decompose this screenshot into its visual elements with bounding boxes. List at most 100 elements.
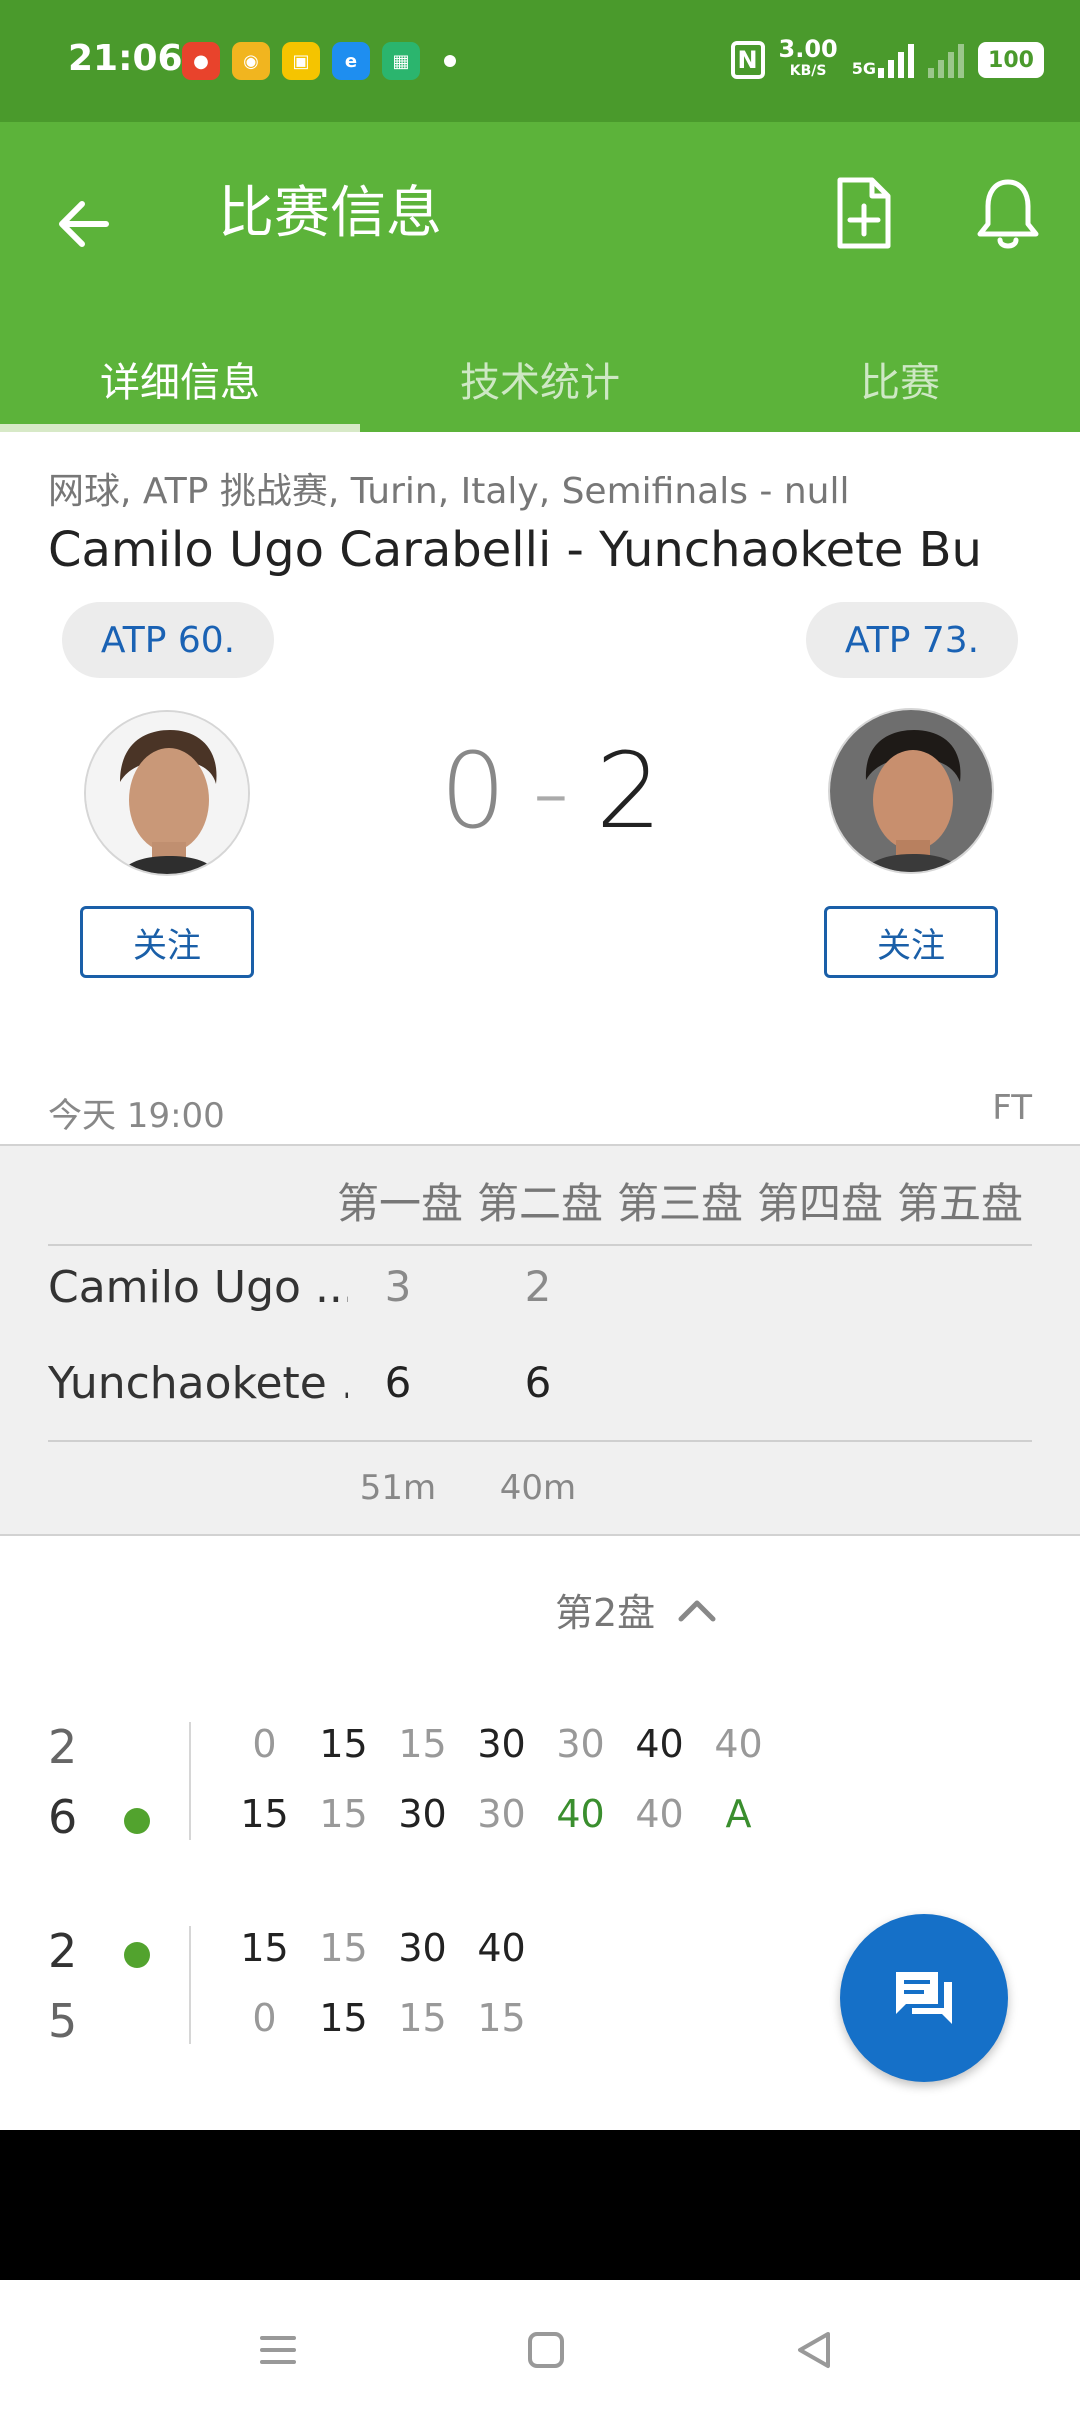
point-cell: 30 [477,1792,526,1836]
news-app-icon: ● [182,42,220,80]
point-cell: 15 [319,1792,368,1836]
point-cell: 40 [556,1792,605,1836]
chat-icon [896,1972,952,2024]
away-points-row: 0 15 15 15 [225,1996,541,2040]
signal-strength-secondary-icon [928,42,964,78]
home-button[interactable] [506,2310,586,2390]
home-game-count: 2 [48,1712,158,1782]
more-notifications-icon [444,55,456,67]
set-selector[interactable]: 第2盘 [555,1582,717,1637]
divider [48,1244,1032,1246]
document-add-icon [837,177,891,249]
home-rank-badge: ATP 60. [62,602,274,678]
notification-bell-button[interactable] [972,172,1044,256]
point-cell: A [725,1792,752,1836]
chevron-up-icon [678,1600,716,1621]
game-score-column: 2 5 [48,1916,158,2056]
match-status: FT [992,1088,1032,1128]
set-header-1: 第一盘 [336,1179,463,1228]
tab-match[interactable]: 比赛 [720,322,1080,432]
tab-details[interactable]: 详细信息 [0,322,360,432]
point-cell: 15 [319,1996,368,2040]
set-header-5: 第五盘 [896,1179,1023,1228]
point-cell: 40 [635,1722,684,1766]
home-player-avatar[interactable] [84,710,250,876]
score-separator: - [532,730,570,852]
point-cell: 15 [398,1996,447,2040]
home-points-row: 0 15 15 30 30 40 40 [225,1722,778,1766]
away-game-count-value: 6 [48,1790,78,1844]
follow-away-button[interactable]: 关注 [824,906,998,978]
menu-icon [260,2336,296,2364]
point-cell: 40 [714,1722,763,1766]
set-header-4: 第四盘 [756,1179,883,1228]
home-game-count-value: 2 [48,1924,78,1978]
signal-5g: 5G [852,42,914,78]
black-area [0,2130,1080,2280]
away-game-count: 5 [48,1986,158,2056]
add-document-button[interactable] [830,172,898,256]
square-icon [528,2332,564,2368]
arrow-left-icon [59,201,109,247]
away-game-count: 6 [48,1782,158,1852]
away-set-1-score: 6 [384,1358,412,1407]
point-cell: 15 [477,1996,526,2040]
set-selector-label: 第2盘 [555,1591,656,1635]
home-player-name: Camilo Ugo ... [48,1262,348,1313]
home-score: 0 [440,730,507,852]
away-player-photo [830,710,992,872]
match-datetime: 今天 19:00 [48,1096,225,1136]
back-nav-button[interactable] [774,2310,854,2390]
away-player-avatar[interactable] [828,708,994,874]
serve-indicator-icon [124,1808,150,1834]
chat-fab-button[interactable] [840,1914,1008,2082]
wallet-icon: ▦ [382,42,420,80]
status-bar: 21:06 ● ◉ ▣ e ▦ N 3.00 KB/S 5G 100 [0,0,1080,122]
match-title: Camilo Ugo Carabelli - Yunchaokete Bu [48,522,982,578]
set-header-2: 第二盘 [476,1179,603,1228]
recent-apps-button[interactable] [238,2310,318,2390]
point-cell: 30 [398,1792,447,1836]
point-cell: 15 [240,1926,289,1970]
tab-bar: 详细信息 技术统计 比赛 [0,322,1080,432]
tab-statistics[interactable]: 技术统计 [360,322,720,432]
serve-indicator-icon [124,1942,150,1968]
away-player-name: Yunchaokete ... [48,1358,348,1409]
game-score-column: 2 6 [48,1712,158,1852]
signal-strength-icon [878,42,914,78]
network-speed-value: 3.00 [778,35,838,63]
point-cell: 0 [252,1722,277,1766]
set-score-table: 第一盘 第二盘 第三盘 第四盘 第五盘 Camilo Ugo ... 3 2 Y… [0,1144,1080,1536]
browser-icon: e [332,42,370,80]
home-game-count-value: 2 [48,1720,78,1774]
point-cell: 15 [240,1792,289,1836]
away-rank-badge: ATP 73. [806,602,1018,678]
point-cell: 15 [398,1722,447,1766]
system-nav-bar [0,2280,1080,2414]
point-cell: 40 [635,1792,684,1836]
status-time: 21:06 [68,38,183,79]
back-button[interactable] [52,182,116,266]
set-1-duration: 51m [359,1468,437,1508]
app-bar: 比赛信息 详细信息 技术统计 比赛 [0,122,1080,432]
point-cell: 15 [319,1722,368,1766]
status-indicators: N 3.00 KB/S 5G 100 [730,35,1044,82]
home-player-photo [86,712,248,874]
network-speed: 3.00 KB/S [778,35,838,82]
home-points-row: 15 15 30 40 [225,1926,541,1970]
point-cell: 40 [477,1926,526,1970]
home-set-2-score: 2 [524,1262,552,1311]
point-cell: 15 [319,1926,368,1970]
set-header-3: 第三盘 [616,1179,743,1228]
point-cell: 30 [556,1722,605,1766]
weibo-icon: ◉ [232,42,270,80]
point-cell: 30 [398,1926,447,1970]
notification-icons: ● ◉ ▣ e ▦ [182,42,456,80]
away-score: 2 [595,730,662,852]
network-type: 5G [851,59,876,78]
set-headers: 第一盘 第二盘 第三盘 第四盘 第五盘 [330,1170,1030,1231]
point-cell: 30 [477,1722,526,1766]
away-points-row: 15 15 30 30 40 40 A [225,1792,778,1836]
away-set-2-score: 6 [524,1358,552,1407]
follow-home-button[interactable]: 关注 [80,906,254,978]
